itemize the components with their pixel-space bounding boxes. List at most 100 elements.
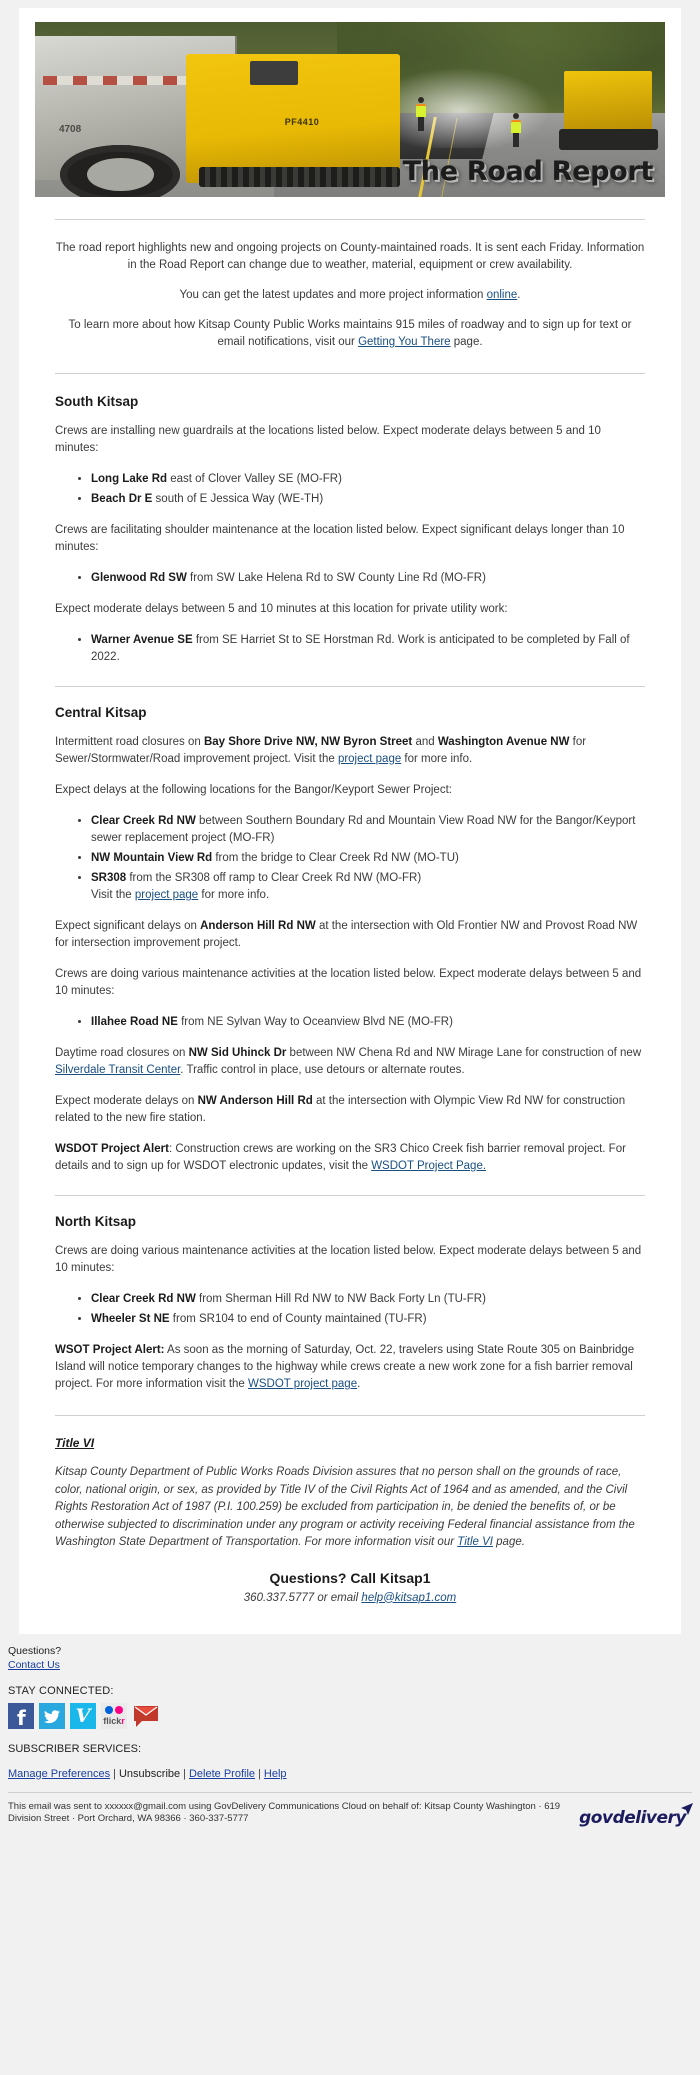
road-detail: east of Clover Valley SE (MO-FR) <box>167 473 342 485</box>
road-name: Glenwood Rd SW <box>91 572 187 584</box>
link-separator: | <box>113 1767 116 1780</box>
divider <box>55 219 645 220</box>
banner-title: The Road Report <box>402 156 654 187</box>
sub-post: for more info. <box>198 889 270 901</box>
south-paragraph-3: Expect moderate delays between 5 and 10 … <box>55 603 508 615</box>
vimeo-icon[interactable] <box>70 1702 96 1729</box>
list-item: Beach Dr E south of E Jessica Way (WE-TH… <box>91 491 645 508</box>
road-name: Warner Avenue SE <box>91 634 193 646</box>
central-list-1: Clear Creek Rd NW between Southern Bound… <box>55 813 645 904</box>
email-wrapper: 4708 PF4410 The Road Report The road rep <box>0 0 700 1634</box>
questions-heading: Questions? Call Kitsap1 <box>269 1569 431 1586</box>
central-5-d: . Traffic control in place, use detours … <box>180 1064 465 1076</box>
subscriber-links: Manage Preferences | Unsubscribe | Delete Pr… <box>8 1767 692 1781</box>
central-list-2: Illahee Road NE from NE Sylvan Way to Oc… <box>55 1014 645 1031</box>
list-item: Clear Creek Rd NW between Southern Bound… <box>91 813 645 847</box>
page-footer: Questions? Contact Us STAY CONNECTED: fl… <box>0 1634 700 1829</box>
govdelivery-kite-icon <box>680 1802 694 1818</box>
banner-worker <box>416 97 427 132</box>
divider <box>55 373 645 374</box>
central-paragraph-1: Intermittent road closures on Bay Shore … <box>55 734 645 768</box>
intro-3-pre: To learn more about how Kitsap County Pu… <box>68 319 632 348</box>
south-list-1: Long Lake Rd east of Clover Valley SE (M… <box>55 471 645 508</box>
subscriber-services-label: SUBSCRIBER SERVICES: <box>8 1742 142 1755</box>
title-vi-link[interactable]: Title VI <box>457 1536 493 1548</box>
banner-truck-wheel <box>60 144 180 197</box>
footer-questions-label: Questions? <box>8 1644 62 1657</box>
list-item-subline: Visit the project page for more info. <box>91 887 645 904</box>
intro-paragraph-3: To learn more about how Kitsap County Pu… <box>55 317 645 351</box>
central-1-a: Intermittent road closures on <box>55 736 204 748</box>
project-page-link[interactable]: project page <box>135 889 198 901</box>
paver-model-label: PF4410 <box>284 117 320 128</box>
intro-paragraph-1: The road report highlights new and ongoi… <box>55 242 645 271</box>
central-5-c: between NW Chena Rd and NW Mirage Lane f… <box>286 1047 642 1059</box>
banner-worker <box>510 113 521 147</box>
sub-pre: Visit the <box>91 889 135 901</box>
central-paragraph-6: Expect moderate delays on NW Anderson Hi… <box>55 1093 645 1127</box>
list-item: Clear Creek Rd NW from Sherman Hill Rd N… <box>91 1291 645 1308</box>
south-paragraph-1: Crews are installing new guardrails at t… <box>55 425 601 454</box>
road-name: Clear Creek Rd NW <box>91 1293 196 1305</box>
banner-image: 4708 PF4410 The Road Report <box>35 22 665 197</box>
footer-divider <box>8 1791 692 1793</box>
north-paragraph-1: Crews are doing various maintenance acti… <box>55 1245 642 1274</box>
list-item: Long Lake Rd east of Clover Valley SE (M… <box>91 471 645 488</box>
road-name: NW Sid Uhinck Dr <box>188 1047 287 1059</box>
list-item: SR308 from the SR308 off ramp to Clear C… <box>91 870 645 904</box>
road-name: Anderson Hill Rd NW <box>200 920 316 932</box>
title-vi-post: page. <box>492 1536 525 1548</box>
section-heading-north-kitsap: North Kitsap <box>55 1214 136 1229</box>
section-heading-central-kitsap: Central Kitsap <box>55 705 147 720</box>
road-name: Washington Avenue NW <box>437 736 570 748</box>
silverdale-transit-center-link[interactable]: Silverdale Transit Center <box>55 1064 180 1076</box>
divider <box>55 1195 645 1196</box>
getting-you-there-link[interactable]: Getting You There <box>358 336 451 348</box>
flickr-dots <box>105 1705 123 1715</box>
road-detail: from the SR308 off ramp to Clear Creek R… <box>126 872 422 884</box>
online-link[interactable]: online <box>487 289 518 301</box>
alert-label: WSOT Project Alert: <box>55 1344 165 1356</box>
twitter-icon[interactable] <box>39 1702 65 1729</box>
north-list-1: Clear Creek Rd NW from Sherman Hill Rd N… <box>55 1291 645 1328</box>
road-name: Long Lake Rd <box>91 473 168 485</box>
list-item: Glenwood Rd SW from SW Lake Helena Rd to… <box>91 570 645 587</box>
central-paragraph-2: Expect delays at the following locations… <box>55 784 452 796</box>
link-separator: | <box>258 1767 261 1780</box>
project-page-link[interactable]: project page <box>338 753 401 765</box>
section-heading-south-kitsap: South Kitsap <box>55 394 139 409</box>
road-name: Beach Dr E <box>91 493 153 505</box>
title-vi-heading: Title VI <box>55 1436 95 1450</box>
manage-preferences-link[interactable]: Manage Preferences <box>8 1768 110 1780</box>
facebook-icon[interactable] <box>8 1702 34 1731</box>
central-6-a: Expect moderate delays on <box>55 1095 198 1107</box>
footer-legal-text: This email was sent to xxxxxx@gmail.com … <box>8 1800 561 1824</box>
help-email-link[interactable]: help@kitsap1.com <box>361 1592 456 1604</box>
road-name: Wheeler St NE <box>91 1313 170 1325</box>
road-detail: south of E Jessica Way (WE-TH) <box>152 493 324 505</box>
contact-us-link[interactable]: Contact Us <box>8 1659 60 1671</box>
road-name: Bay Shore Drive NW, NW Byron Street <box>203 736 413 748</box>
central-paragraph-4: Crews are doing various maintenance acti… <box>55 968 642 997</box>
road-detail: from Sherman Hill Rd NW to NW Back Forty… <box>195 1293 486 1305</box>
road-detail: from SR104 to end of County maintained (… <box>169 1313 427 1325</box>
list-item: Warner Avenue SE from SE Harriet St to S… <box>91 632 645 666</box>
email-icon[interactable] <box>132 1703 160 1729</box>
help-link[interactable]: Help <box>264 1768 287 1780</box>
wsdot-project-page-link[interactable]: WSDOT Project Page. <box>371 1160 486 1172</box>
list-item: NW Mountain View Rd from the bridge to C… <box>91 850 645 867</box>
intro-2-post: . <box>517 289 521 301</box>
road-detail: from the bridge to Clear Creek Rd NW (MO… <box>212 852 459 864</box>
central-paragraph-3: Expect significant delays on Anderson Hi… <box>55 918 645 952</box>
intro-paragraph-2: You can get the latest updates and more … <box>55 287 645 304</box>
delete-profile-link[interactable]: Delete Profile <box>189 1768 255 1780</box>
wsdot-project-page-link[interactable]: WSDOT project page <box>248 1378 357 1390</box>
central-5-a: Daytime road closures on <box>55 1047 189 1059</box>
govdelivery-wordmark: govdelivery <box>579 1807 686 1828</box>
south-list-3: Warner Avenue SE from SE Harriet St to S… <box>55 632 645 666</box>
flickr-icon[interactable]: flickr <box>101 1702 127 1729</box>
divider <box>55 1415 645 1416</box>
road-name: NW Mountain View Rd <box>91 852 213 864</box>
unsubscribe-link[interactable]: Unsubscribe <box>119 1768 180 1780</box>
intro-2-pre: You can get the latest updates and more … <box>179 289 487 301</box>
